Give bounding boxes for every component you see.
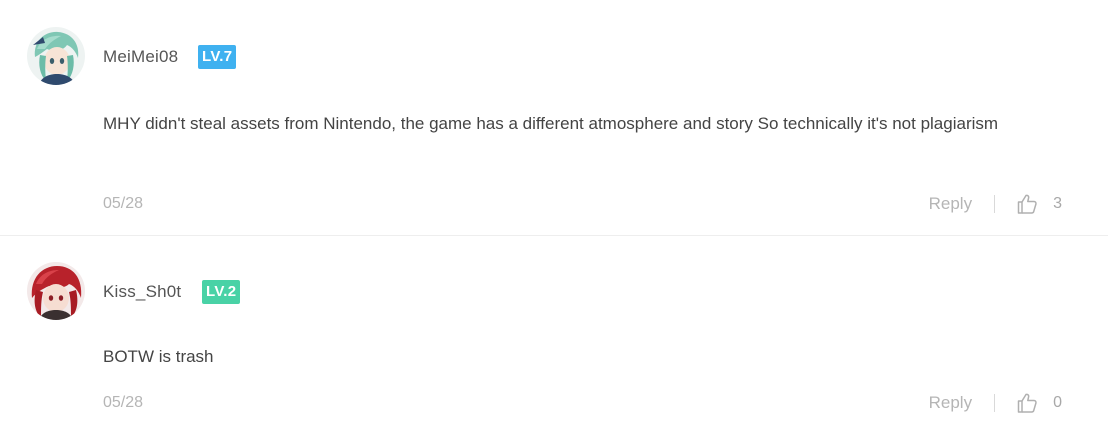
reply-button[interactable]: Reply	[929, 393, 972, 413]
like-button[interactable]: 3	[1015, 192, 1062, 216]
comment-actions: Reply 0	[929, 390, 1062, 416]
comment-text: BOTW is trash	[103, 347, 214, 366]
username[interactable]: MeiMei08	[103, 47, 178, 67]
divider	[994, 394, 996, 412]
comment-text: MHY didn't steal assets from Nintendo, t…	[103, 114, 999, 133]
divider	[994, 195, 996, 213]
like-button[interactable]: 0	[1015, 391, 1062, 415]
comment-date: 05/28	[103, 195, 144, 212]
avatar-image	[27, 262, 85, 320]
avatar[interactable]	[27, 262, 85, 320]
reply-button[interactable]: Reply	[929, 194, 972, 214]
comment-item: MeiMei08 LV.7 MHY didn't steal assets fr…	[0, 0, 1108, 236]
avatar-image	[27, 27, 85, 85]
thumbs-up-icon	[1017, 194, 1037, 214]
avatar[interactable]	[27, 27, 85, 85]
comment-actions: Reply 3	[929, 191, 1062, 217]
like-count: 0	[1053, 394, 1062, 411]
like-count: 3	[1053, 195, 1062, 212]
comment-item: Kiss_Sh0t LV.2 BOTW is trash 05/28 Reply…	[0, 237, 1108, 432]
comment-list: MeiMei08 LV.7 MHY didn't steal assets fr…	[0, 0, 1108, 432]
level-badge: LV.2	[202, 280, 241, 304]
thumbs-up-icon	[1017, 393, 1037, 413]
username[interactable]: Kiss_Sh0t	[103, 282, 181, 302]
level-badge: LV.7	[198, 45, 237, 69]
comment-date: 05/28	[103, 394, 144, 411]
